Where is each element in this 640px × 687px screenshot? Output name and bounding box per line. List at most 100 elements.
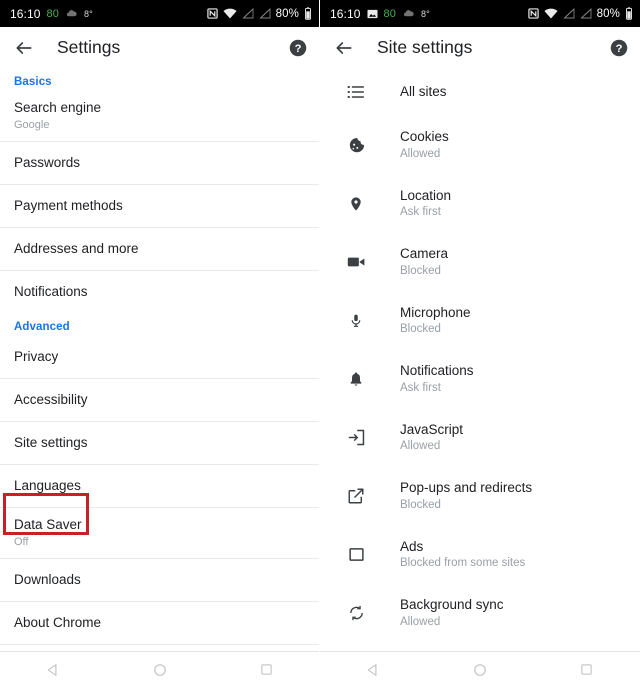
row-title: About Chrome xyxy=(14,615,305,632)
battery-icon xyxy=(304,7,312,20)
right-phone-screen: 16:10 80 8° xyxy=(320,0,640,687)
row-subtitle: Blocked xyxy=(400,264,448,280)
site-settings-row-javascript[interactable]: JavaScript Allowed xyxy=(320,409,640,468)
settings-row-about-chrome[interactable]: About Chrome xyxy=(0,602,319,644)
settings-row-passwords[interactable]: Passwords xyxy=(0,142,319,184)
site-settings-row-background-sync[interactable]: Background sync Allowed xyxy=(320,584,640,643)
row-subtitle: Blocked from some sites xyxy=(400,556,525,572)
section-header-advanced: Advanced xyxy=(0,313,319,336)
settings-row-privacy[interactable]: Privacy xyxy=(0,336,319,378)
list-icon xyxy=(344,80,368,104)
location-pin-icon xyxy=(344,192,368,216)
row-title: Data Saver xyxy=(14,517,305,534)
status-temperature: 8° xyxy=(84,9,93,19)
row-title: Pop-ups and redirects xyxy=(400,479,532,497)
site-settings-list[interactable]: All sites Cookies Allowed Location A xyxy=(320,68,640,651)
site-settings-row-ads[interactable]: Ads Blocked from some sites xyxy=(320,526,640,585)
nav-back-icon[interactable] xyxy=(33,652,73,687)
video-camera-icon xyxy=(344,250,368,274)
row-title: Location xyxy=(400,187,451,205)
row-title: Background sync xyxy=(400,596,504,614)
javascript-icon xyxy=(344,426,368,450)
settings-row-site-settings[interactable]: Site settings xyxy=(0,422,319,464)
nav-recents-icon[interactable] xyxy=(567,652,607,687)
nav-home-icon[interactable] xyxy=(460,652,500,687)
battery-percent: 80% xyxy=(597,8,620,20)
battery-percent: 80% xyxy=(276,8,299,20)
row-title: Notifications xyxy=(14,284,305,301)
row-text: Ads Blocked from some sites xyxy=(400,538,525,572)
wifi-icon xyxy=(544,8,558,19)
help-icon[interactable]: ? xyxy=(610,39,628,57)
site-settings-row-notifications[interactable]: Notifications Ask first xyxy=(320,350,640,409)
help-icon[interactable]: ? xyxy=(289,39,307,57)
status-bar-left: 16:10 80 8° 80% xyxy=(0,0,319,27)
nav-home-icon[interactable] xyxy=(140,652,180,687)
site-settings-row-location[interactable]: Location Ask first xyxy=(320,175,640,234)
row-title: Payment methods xyxy=(14,198,305,215)
row-subtitle: Ask first xyxy=(400,205,451,221)
microphone-icon xyxy=(344,309,368,333)
row-title: Privacy xyxy=(14,349,305,366)
status-badge-count: 80 xyxy=(47,8,59,20)
wifi-icon xyxy=(223,8,237,19)
divider xyxy=(0,644,319,645)
nav-recents-icon[interactable] xyxy=(247,652,287,687)
svg-text:?: ? xyxy=(616,42,623,54)
row-text: Cookies Allowed xyxy=(400,128,449,162)
row-title: Camera xyxy=(400,245,448,263)
row-title: Site settings xyxy=(14,435,305,452)
row-title: Addresses and more xyxy=(14,241,305,258)
row-title: Passwords xyxy=(14,155,305,172)
settings-row-accessibility[interactable]: Accessibility xyxy=(0,379,319,421)
row-text: Camera Blocked xyxy=(400,245,448,279)
row-subtitle: Allowed xyxy=(400,147,449,163)
settings-row-languages[interactable]: Languages xyxy=(0,465,319,507)
back-arrow-icon[interactable] xyxy=(13,37,35,59)
row-title: Cookies xyxy=(400,128,449,146)
row-title: All sites xyxy=(400,83,447,101)
signal-off-icon xyxy=(580,8,592,19)
row-subtitle: Allowed xyxy=(400,439,463,455)
settings-row-downloads[interactable]: Downloads xyxy=(0,559,319,601)
row-text: JavaScript Allowed xyxy=(400,421,463,455)
status-time: 16:10 xyxy=(10,7,41,21)
dual-screenshot: 16:10 80 8° 80% xyxy=(0,0,640,687)
site-settings-row-camera[interactable]: Camera Blocked xyxy=(320,233,640,292)
settings-row-search-engine[interactable]: Search engine Google xyxy=(0,91,319,141)
signal-off-icon xyxy=(242,8,254,19)
settings-row-addresses-and-more[interactable]: Addresses and more xyxy=(0,228,319,270)
row-title: Microphone xyxy=(400,304,471,322)
sync-icon xyxy=(344,601,368,625)
row-subtitle: Blocked xyxy=(400,322,471,338)
site-settings-row-automatic-downloads[interactable]: Automatic downloads Ask first xyxy=(320,643,640,652)
site-settings-row-all-sites[interactable]: All sites xyxy=(320,68,640,116)
settings-list[interactable]: Basics Search engine Google Passwords Pa… xyxy=(0,68,319,651)
row-title: Notifications xyxy=(400,362,474,380)
status-bar-right-group: 80% xyxy=(207,7,312,20)
right-app-bar: Site settings ? xyxy=(320,27,640,68)
settings-row-data-saver[interactable]: Data Saver Off xyxy=(0,508,319,558)
back-arrow-icon[interactable] xyxy=(333,37,355,59)
image-icon xyxy=(367,9,378,19)
page-title: Settings xyxy=(57,37,120,58)
nfc-icon xyxy=(528,8,539,19)
row-subtitle: Ask first xyxy=(400,381,474,397)
external-link-icon xyxy=(344,484,368,508)
nfc-icon xyxy=(207,8,218,19)
bell-icon xyxy=(344,367,368,391)
settings-row-notifications[interactable]: Notifications xyxy=(0,271,319,313)
site-settings-row-microphone[interactable]: Microphone Blocked xyxy=(320,292,640,351)
row-title: Ads xyxy=(400,538,525,556)
row-text: All sites xyxy=(400,83,447,101)
site-settings-row-cookies[interactable]: Cookies Allowed xyxy=(320,116,640,175)
row-text: Background sync Allowed xyxy=(400,596,504,630)
status-badge-count: 80 xyxy=(384,8,396,20)
site-settings-row-popups-and-redirects[interactable]: Pop-ups and redirects Blocked xyxy=(320,467,640,526)
row-subtitle: Off xyxy=(14,535,305,549)
row-text: Pop-ups and redirects Blocked xyxy=(400,479,532,513)
status-bar-left-group: 16:10 80 8° xyxy=(10,7,93,21)
settings-row-payment-methods[interactable]: Payment methods xyxy=(0,185,319,227)
nav-back-icon[interactable] xyxy=(353,652,393,687)
row-text: Location Ask first xyxy=(400,187,451,221)
